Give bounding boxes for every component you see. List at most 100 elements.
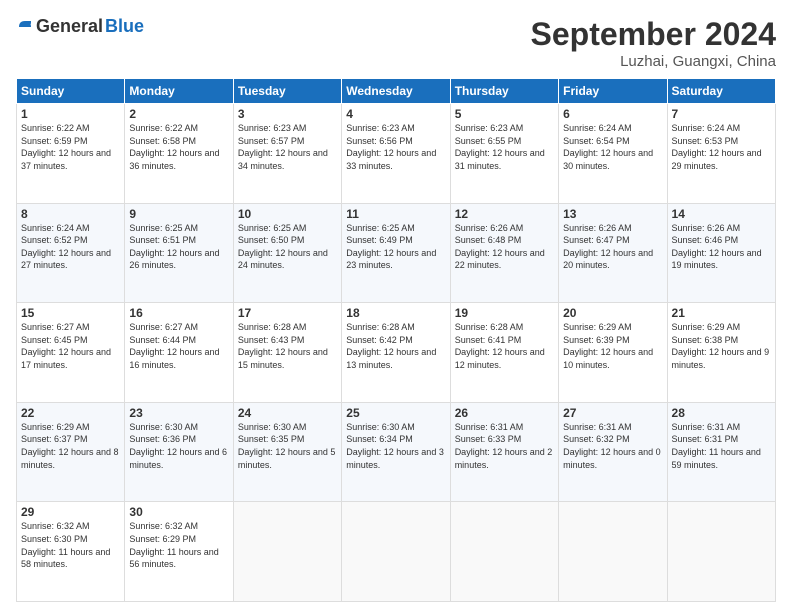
day-number: 20 <box>563 306 662 320</box>
day-header-wednesday: Wednesday <box>342 79 450 104</box>
day-info: Sunrise: 6:30 AM Sunset: 6:36 PM Dayligh… <box>129 421 228 471</box>
day-header-thursday: Thursday <box>450 79 558 104</box>
day-info: Sunrise: 6:24 AM Sunset: 6:53 PM Dayligh… <box>672 122 771 172</box>
day-info: Sunrise: 6:28 AM Sunset: 6:43 PM Dayligh… <box>238 321 337 371</box>
day-number: 17 <box>238 306 337 320</box>
day-info: Sunrise: 6:24 AM Sunset: 6:52 PM Dayligh… <box>21 222 120 272</box>
day-info: Sunrise: 6:26 AM Sunset: 6:47 PM Dayligh… <box>563 222 662 272</box>
logo-area: GeneralBlue <box>16 16 144 37</box>
location: Luzhai, Guangxi, China <box>531 53 776 70</box>
day-number: 9 <box>129 207 228 221</box>
month-title: September 2024 <box>531 16 776 53</box>
day-number: 18 <box>346 306 445 320</box>
day-header-saturday: Saturday <box>667 79 775 104</box>
day-number: 11 <box>346 207 445 221</box>
day-info: Sunrise: 6:28 AM Sunset: 6:42 PM Dayligh… <box>346 321 445 371</box>
day-header-tuesday: Tuesday <box>233 79 341 104</box>
day-header-friday: Friday <box>559 79 667 104</box>
calendar-cell: 26 Sunrise: 6:31 AM Sunset: 6:33 PM Dayl… <box>450 402 558 502</box>
day-number: 27 <box>563 406 662 420</box>
day-number: 2 <box>129 107 228 121</box>
calendar-cell: 13 Sunrise: 6:26 AM Sunset: 6:47 PM Dayl… <box>559 203 667 303</box>
day-number: 10 <box>238 207 337 221</box>
day-info: Sunrise: 6:30 AM Sunset: 6:35 PM Dayligh… <box>238 421 337 471</box>
calendar-cell: 19 Sunrise: 6:28 AM Sunset: 6:41 PM Dayl… <box>450 303 558 403</box>
calendar-cell <box>342 502 450 602</box>
day-number: 28 <box>672 406 771 420</box>
day-info: Sunrise: 6:27 AM Sunset: 6:44 PM Dayligh… <box>129 321 228 371</box>
day-info: Sunrise: 6:23 AM Sunset: 6:55 PM Dayligh… <box>455 122 554 172</box>
day-number: 14 <box>672 207 771 221</box>
day-number: 8 <box>21 207 120 221</box>
calendar-cell: 14 Sunrise: 6:26 AM Sunset: 6:46 PM Dayl… <box>667 203 775 303</box>
day-number: 1 <box>21 107 120 121</box>
day-info: Sunrise: 6:24 AM Sunset: 6:54 PM Dayligh… <box>563 122 662 172</box>
calendar-cell: 29 Sunrise: 6:32 AM Sunset: 6:30 PM Dayl… <box>17 502 125 602</box>
day-number: 13 <box>563 207 662 221</box>
day-number: 30 <box>129 505 228 519</box>
day-header-monday: Monday <box>125 79 233 104</box>
day-info: Sunrise: 6:31 AM Sunset: 6:32 PM Dayligh… <box>563 421 662 471</box>
calendar-cell: 7 Sunrise: 6:24 AM Sunset: 6:53 PM Dayli… <box>667 104 775 204</box>
calendar-cell: 6 Sunrise: 6:24 AM Sunset: 6:54 PM Dayli… <box>559 104 667 204</box>
day-info: Sunrise: 6:26 AM Sunset: 6:46 PM Dayligh… <box>672 222 771 272</box>
calendar-cell: 8 Sunrise: 6:24 AM Sunset: 6:52 PM Dayli… <box>17 203 125 303</box>
day-info: Sunrise: 6:25 AM Sunset: 6:50 PM Dayligh… <box>238 222 337 272</box>
day-number: 4 <box>346 107 445 121</box>
calendar-cell: 15 Sunrise: 6:27 AM Sunset: 6:45 PM Dayl… <box>17 303 125 403</box>
logo: GeneralBlue <box>16 16 144 37</box>
day-number: 3 <box>238 107 337 121</box>
calendar-cell <box>559 502 667 602</box>
calendar-cell <box>450 502 558 602</box>
day-info: Sunrise: 6:22 AM Sunset: 6:58 PM Dayligh… <box>129 122 228 172</box>
page-header: GeneralBlue September 2024 Luzhai, Guang… <box>16 16 776 70</box>
calendar-cell: 11 Sunrise: 6:25 AM Sunset: 6:49 PM Dayl… <box>342 203 450 303</box>
day-info: Sunrise: 6:25 AM Sunset: 6:51 PM Dayligh… <box>129 222 228 272</box>
calendar-cell: 24 Sunrise: 6:30 AM Sunset: 6:35 PM Dayl… <box>233 402 341 502</box>
day-info: Sunrise: 6:32 AM Sunset: 6:29 PM Dayligh… <box>129 520 228 570</box>
calendar-cell: 27 Sunrise: 6:31 AM Sunset: 6:32 PM Dayl… <box>559 402 667 502</box>
day-info: Sunrise: 6:29 AM Sunset: 6:37 PM Dayligh… <box>21 421 120 471</box>
day-number: 25 <box>346 406 445 420</box>
day-number: 16 <box>129 306 228 320</box>
day-number: 22 <box>21 406 120 420</box>
day-info: Sunrise: 6:29 AM Sunset: 6:39 PM Dayligh… <box>563 321 662 371</box>
calendar-cell: 18 Sunrise: 6:28 AM Sunset: 6:42 PM Dayl… <box>342 303 450 403</box>
day-number: 29 <box>21 505 120 519</box>
logo-icon <box>16 18 34 36</box>
logo-text-general: General <box>36 16 103 37</box>
day-info: Sunrise: 6:32 AM Sunset: 6:30 PM Dayligh… <box>21 520 120 570</box>
calendar-cell: 16 Sunrise: 6:27 AM Sunset: 6:44 PM Dayl… <box>125 303 233 403</box>
day-info: Sunrise: 6:23 AM Sunset: 6:57 PM Dayligh… <box>238 122 337 172</box>
day-info: Sunrise: 6:22 AM Sunset: 6:59 PM Dayligh… <box>21 122 120 172</box>
calendar-cell: 10 Sunrise: 6:25 AM Sunset: 6:50 PM Dayl… <box>233 203 341 303</box>
day-info: Sunrise: 6:25 AM Sunset: 6:49 PM Dayligh… <box>346 222 445 272</box>
day-number: 12 <box>455 207 554 221</box>
day-header-sunday: Sunday <box>17 79 125 104</box>
day-info: Sunrise: 6:30 AM Sunset: 6:34 PM Dayligh… <box>346 421 445 471</box>
calendar-cell: 22 Sunrise: 6:29 AM Sunset: 6:37 PM Dayl… <box>17 402 125 502</box>
day-info: Sunrise: 6:27 AM Sunset: 6:45 PM Dayligh… <box>21 321 120 371</box>
day-number: 15 <box>21 306 120 320</box>
calendar-cell <box>667 502 775 602</box>
day-info: Sunrise: 6:31 AM Sunset: 6:33 PM Dayligh… <box>455 421 554 471</box>
calendar-cell: 5 Sunrise: 6:23 AM Sunset: 6:55 PM Dayli… <box>450 104 558 204</box>
calendar-cell: 17 Sunrise: 6:28 AM Sunset: 6:43 PM Dayl… <box>233 303 341 403</box>
calendar-cell: 3 Sunrise: 6:23 AM Sunset: 6:57 PM Dayli… <box>233 104 341 204</box>
day-number: 23 <box>129 406 228 420</box>
day-number: 6 <box>563 107 662 121</box>
logo-text-blue: Blue <box>105 16 144 37</box>
day-info: Sunrise: 6:29 AM Sunset: 6:38 PM Dayligh… <box>672 321 771 371</box>
day-info: Sunrise: 6:31 AM Sunset: 6:31 PM Dayligh… <box>672 421 771 471</box>
calendar-cell: 25 Sunrise: 6:30 AM Sunset: 6:34 PM Dayl… <box>342 402 450 502</box>
day-info: Sunrise: 6:28 AM Sunset: 6:41 PM Dayligh… <box>455 321 554 371</box>
calendar-cell: 23 Sunrise: 6:30 AM Sunset: 6:36 PM Dayl… <box>125 402 233 502</box>
calendar-cell: 9 Sunrise: 6:25 AM Sunset: 6:51 PM Dayli… <box>125 203 233 303</box>
calendar-cell: 21 Sunrise: 6:29 AM Sunset: 6:38 PM Dayl… <box>667 303 775 403</box>
title-area: September 2024 Luzhai, Guangxi, China <box>531 16 776 70</box>
calendar-cell: 20 Sunrise: 6:29 AM Sunset: 6:39 PM Dayl… <box>559 303 667 403</box>
day-number: 5 <box>455 107 554 121</box>
day-info: Sunrise: 6:26 AM Sunset: 6:48 PM Dayligh… <box>455 222 554 272</box>
calendar-table: SundayMondayTuesdayWednesdayThursdayFrid… <box>16 78 776 602</box>
calendar-cell: 4 Sunrise: 6:23 AM Sunset: 6:56 PM Dayli… <box>342 104 450 204</box>
